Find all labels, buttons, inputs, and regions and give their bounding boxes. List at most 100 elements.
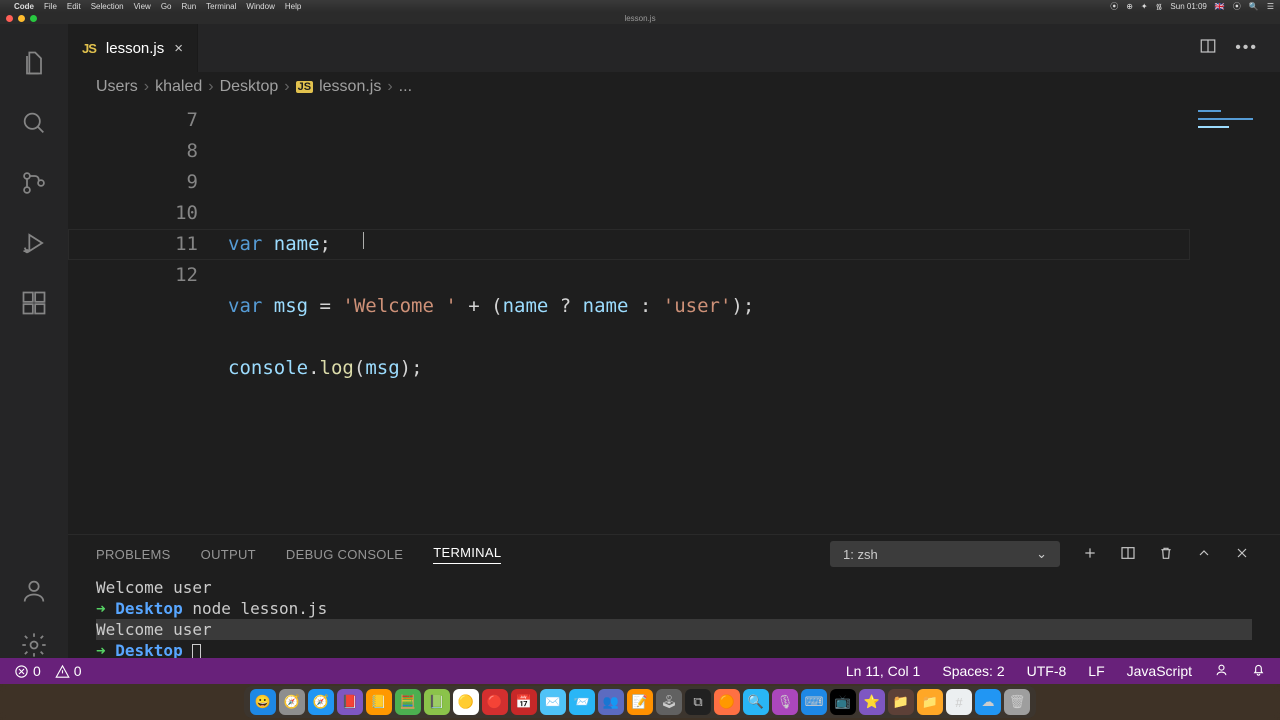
tab-close-icon[interactable]: × (174, 40, 183, 57)
menubar-status-item[interactable]: Sun 01:09 (1170, 2, 1206, 11)
breadcrumb-segment[interactable]: lesson.js (319, 78, 381, 96)
dock-app-icon[interactable]: 🗑 (1004, 689, 1030, 715)
code-content[interactable]: var name; var msg = 'Welcome ' + (name ?… (228, 102, 1280, 534)
activity-bar (0, 24, 68, 684)
dock-app-icon[interactable]: ⭐ (859, 689, 885, 715)
menubar-item[interactable]: File (44, 2, 57, 11)
code-line[interactable] (228, 198, 1280, 229)
dock-app-icon[interactable]: ⧉ (685, 689, 711, 715)
dock-app-icon[interactable]: 📺 (830, 689, 856, 715)
feedback-icon[interactable] (1214, 662, 1229, 680)
dock-app-icon[interactable]: 📁 (888, 689, 914, 715)
panel-chevron-up-icon[interactable] (1196, 545, 1212, 564)
dock-app-icon[interactable]: 🟡 (453, 689, 479, 715)
dock-app-icon[interactable]: 📒 (366, 689, 392, 715)
status-indent[interactable]: Spaces: 2 (942, 663, 1004, 679)
notifications-bell-icon[interactable] (1251, 662, 1266, 680)
dock-app-icon[interactable]: 🟠 (714, 689, 740, 715)
breadcrumb-segment[interactable]: Users (96, 78, 138, 96)
status-encoding[interactable]: UTF-8 (1027, 663, 1067, 679)
menubar-status-item[interactable]: ✦ (1141, 2, 1148, 11)
menubar-item[interactable]: Window (246, 2, 274, 11)
menubar-item[interactable]: Go (161, 2, 172, 11)
status-eol[interactable]: LF (1088, 663, 1104, 679)
menubar-item[interactable]: Edit (67, 2, 81, 11)
workbench: JS lesson.js × ••• Users›khaled›Desktop›… (0, 24, 1280, 684)
menubar-status-item[interactable]: ☰ (1267, 2, 1274, 11)
menubar-status-item[interactable]: ⊕ (1126, 2, 1133, 11)
run-debug-icon[interactable] (17, 222, 51, 264)
status-cursor-position[interactable]: Ln 11, Col 1 (846, 663, 920, 679)
window-zoom-icon[interactable] (30, 15, 37, 22)
panel-tab[interactable]: DEBUG CONSOLE (286, 547, 403, 562)
dock-app-icon[interactable]: ✉️ (540, 689, 566, 715)
dock-app-icon[interactable]: 🧭 (279, 689, 305, 715)
editor-tab-lesson-js[interactable]: JS lesson.js × (68, 24, 198, 72)
menubar-item[interactable]: View (134, 2, 151, 11)
dock-app-icon[interactable]: 😀 (250, 689, 276, 715)
panel-tab[interactable]: TERMINAL (433, 545, 501, 564)
code-line[interactable] (228, 260, 1280, 291)
text-cursor (363, 232, 364, 249)
terminal-selector[interactable]: 1: zsh ⌄ (830, 541, 1060, 567)
accounts-icon[interactable] (17, 570, 51, 612)
menubar-status-item[interactable]: ⦿ (1110, 2, 1118, 11)
window-traffic-lights[interactable] (6, 15, 37, 22)
code-line[interactable]: var msg = 'Welcome ' + (name ? name : 'u… (228, 291, 1280, 322)
dock-app-icon[interactable]: 📗 (424, 689, 450, 715)
dock-app-icon[interactable]: 🧭 (308, 689, 334, 715)
dock-app-icon[interactable]: 📝 (627, 689, 653, 715)
dock-app-icon[interactable]: 📅 (511, 689, 537, 715)
menubar-status-item[interactable]: 🇬🇧 (1215, 2, 1225, 11)
dock-app-icon[interactable]: 📕 (337, 689, 363, 715)
kill-terminal-icon[interactable] (1158, 545, 1174, 564)
breadcrumb-segment[interactable]: khaled (155, 78, 202, 96)
menubar-app-name[interactable]: Code (14, 2, 34, 11)
panel-close-icon[interactable] (1234, 545, 1250, 564)
window-close-icon[interactable] (6, 15, 13, 22)
terminal-selector-label: 1: zsh (843, 547, 878, 562)
more-actions-icon[interactable]: ••• (1235, 39, 1258, 57)
menubar-status-item[interactable]: 🔍 (1249, 2, 1259, 11)
minimap[interactable] (1194, 102, 1280, 534)
panel-tab[interactable]: OUTPUT (201, 547, 256, 562)
menubar-item[interactable]: Help (285, 2, 301, 11)
menubar-status-item[interactable]: ᯾ (1156, 2, 1163, 11)
dock-app-icon[interactable]: 👥 (598, 689, 624, 715)
dock-app-icon[interactable]: ☁ (975, 689, 1001, 715)
panel-tab[interactable]: PROBLEMS (96, 547, 171, 562)
editor-group: JS lesson.js × ••• Users›khaled›Desktop›… (68, 24, 1280, 684)
split-editor-icon[interactable] (1199, 37, 1217, 60)
breadcrumb-segment[interactable]: Desktop (220, 78, 279, 96)
menubar-item[interactable]: Run (181, 2, 196, 11)
split-terminal-icon[interactable] (1120, 545, 1136, 564)
breadcrumb-separator-icon: › (208, 78, 213, 96)
code-editor[interactable]: 789101112 var name; var msg = 'Welcome '… (68, 102, 1280, 534)
new-terminal-icon[interactable] (1082, 545, 1098, 564)
explorer-icon[interactable] (17, 42, 51, 84)
dock-app-icon[interactable]: 🔴 (482, 689, 508, 715)
status-warnings[interactable]: 0 (55, 663, 82, 679)
status-language[interactable]: JavaScript (1127, 663, 1192, 679)
menubar-item[interactable]: Terminal (206, 2, 236, 11)
dock-app-icon[interactable]: 🕹 (656, 689, 682, 715)
code-line[interactable]: var name; (228, 229, 1280, 260)
code-line[interactable] (228, 322, 1280, 353)
dock-app-icon[interactable]: ⌨ (801, 689, 827, 715)
dock-app-icon[interactable]: # (946, 689, 972, 715)
extensions-icon[interactable] (17, 282, 51, 324)
dock-app-icon[interactable]: 📨 (569, 689, 595, 715)
dock-app-icon[interactable]: 🎙 (772, 689, 798, 715)
breadcrumb[interactable]: Users›khaled›Desktop›JS lesson.js›... (68, 72, 1280, 102)
menubar-item[interactable]: Selection (91, 2, 124, 11)
dock-app-icon[interactable]: 🔍 (743, 689, 769, 715)
breadcrumb-segment[interactable]: ... (399, 78, 412, 96)
code-line[interactable]: console.log(msg); (228, 353, 1280, 384)
dock-app-icon[interactable]: 📁 (917, 689, 943, 715)
menubar-status-item[interactable]: ⦿ (1233, 2, 1241, 11)
dock-app-icon[interactable]: 🧮 (395, 689, 421, 715)
search-icon[interactable] (17, 102, 51, 144)
status-errors[interactable]: 0 (14, 663, 41, 679)
source-control-icon[interactable] (17, 162, 51, 204)
window-minimize-icon[interactable] (18, 15, 25, 22)
